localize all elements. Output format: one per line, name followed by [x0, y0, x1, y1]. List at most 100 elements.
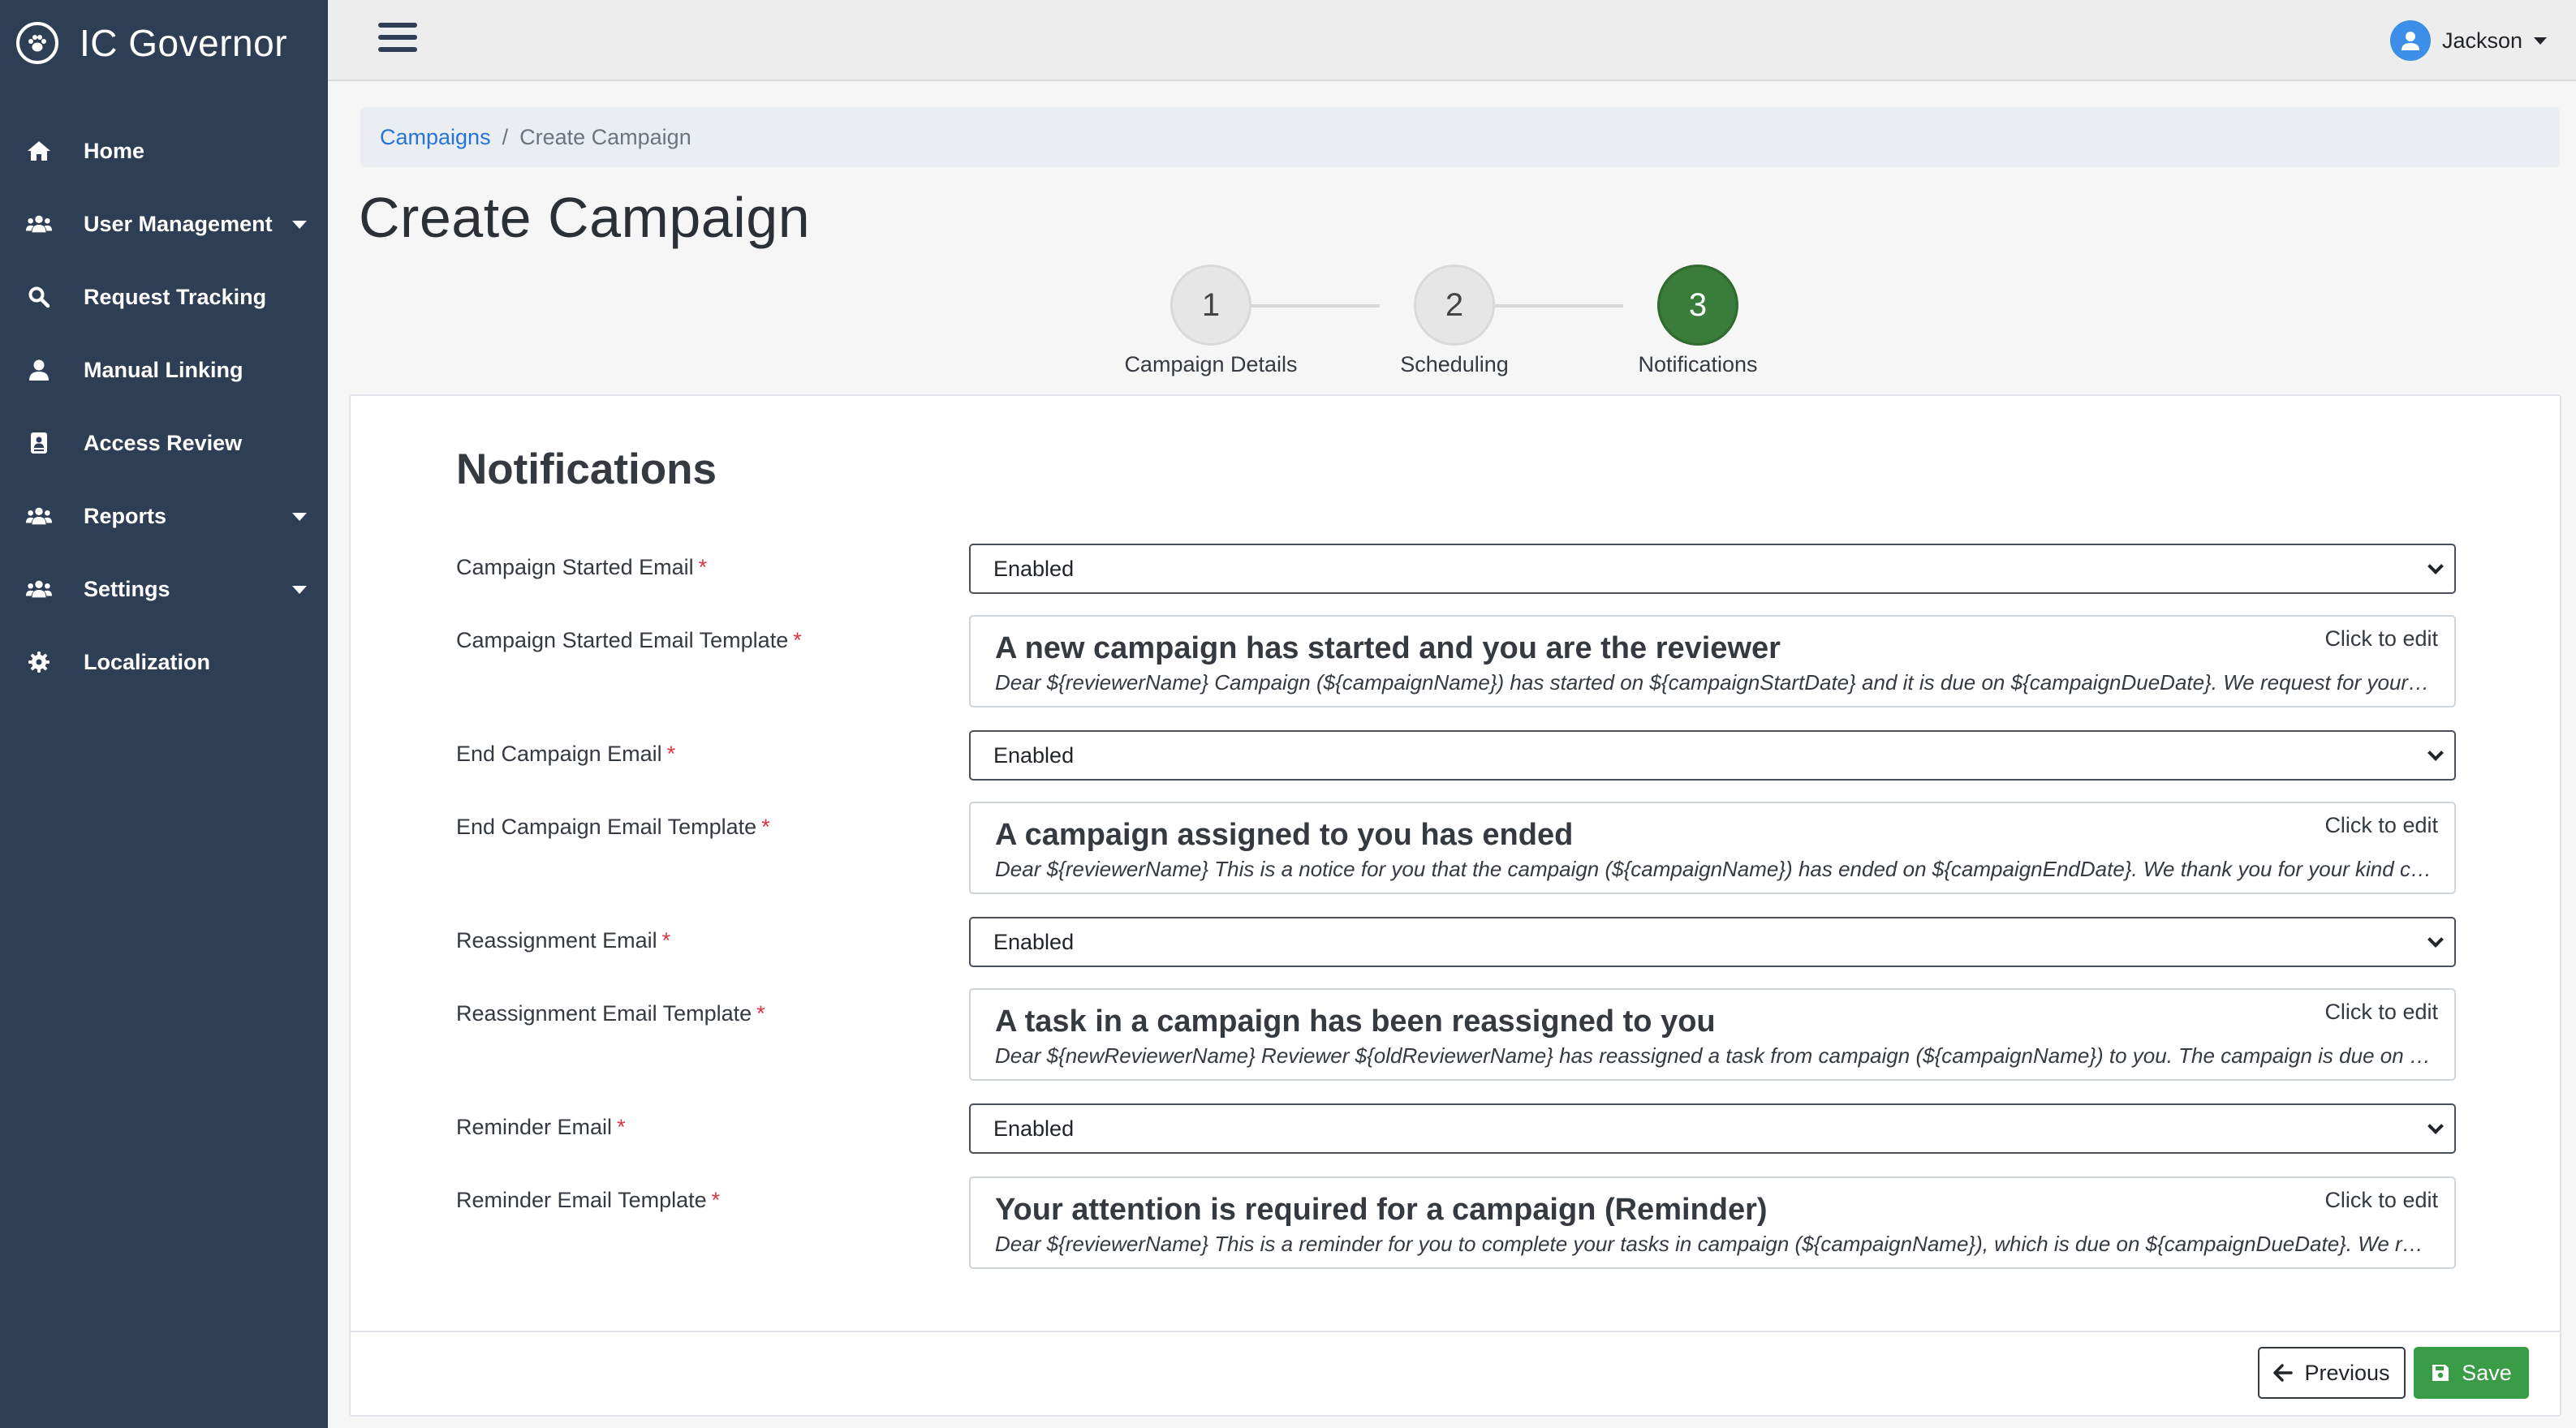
- user-icon: [26, 357, 52, 383]
- step-scheduling[interactable]: 2 Scheduling: [1333, 265, 1576, 377]
- reassignment-email-select[interactable]: Enabled: [969, 917, 2456, 967]
- gear-icon: [26, 649, 52, 675]
- step-notifications[interactable]: 3 Notifications: [1576, 265, 1820, 377]
- sidebar-item-home[interactable]: Home: [0, 122, 328, 180]
- sidebar-item-manual-linking[interactable]: Manual Linking: [0, 341, 328, 399]
- template-subject: Your attention is required for a campaig…: [995, 1193, 1768, 1227]
- chevron-down-icon: [2427, 1118, 2444, 1134]
- home-icon: [26, 138, 52, 164]
- users-icon: [26, 211, 52, 237]
- previous-button[interactable]: Previous: [2258, 1347, 2406, 1399]
- chevron-down-icon: [292, 221, 307, 229]
- user-menu[interactable]: Jackson: [2389, 19, 2547, 62]
- page-title: Create Campaign: [359, 186, 811, 249]
- chevron-down-icon: [2534, 37, 2547, 45]
- required-marker: *: [711, 1188, 721, 1212]
- reminder-email-select[interactable]: Enabled: [969, 1103, 2456, 1154]
- sidebar-item-label: Request Tracking: [84, 284, 267, 309]
- users-icon: [26, 503, 52, 529]
- select-value: Enabled: [993, 742, 1075, 768]
- step-label: Notifications: [1638, 352, 1758, 376]
- brand[interactable]: IC Governor: [16, 18, 287, 68]
- sidebar-item-label: Localization: [84, 649, 211, 674]
- field-label: Reminder Email *: [456, 1115, 626, 1139]
- sidebar-item-label: Home: [84, 138, 145, 163]
- breadcrumb-link-campaigns[interactable]: Campaigns: [380, 125, 491, 150]
- chevron-down-icon: [292, 586, 307, 594]
- breadcrumb-separator: /: [502, 124, 509, 149]
- field-label: Reassignment Email Template *: [456, 1001, 765, 1026]
- click-to-edit-hint: Click to edit: [2324, 1188, 2438, 1212]
- sidebar-item-localization[interactable]: Localization: [0, 633, 328, 691]
- id-badge-icon: [26, 430, 52, 456]
- sidebar-item-reports[interactable]: Reports: [0, 487, 328, 545]
- template-body: Dear ${reviewerName} Campaign (${campaig…: [995, 670, 2432, 695]
- field-label: End Campaign Email Template *: [456, 815, 770, 839]
- reminder-email-template[interactable]: Your attention is required for a campaig…: [969, 1176, 2456, 1269]
- chevron-down-icon: [2427, 558, 2444, 574]
- click-to-edit-hint: Click to edit: [2324, 813, 2438, 837]
- field-label: Reassignment Email *: [456, 928, 671, 953]
- search-icon: [26, 284, 52, 310]
- click-to-edit-hint: Click to edit: [2324, 626, 2438, 651]
- sidebar-item-label: User Management: [84, 211, 273, 236]
- sidebar-item-request-tracking[interactable]: Request Tracking: [0, 268, 328, 326]
- users-icon: [26, 576, 52, 602]
- template-body: Dear ${reviewerName} This is a reminder …: [995, 1232, 2432, 1256]
- step-campaign-details[interactable]: 1 Campaign Details: [1089, 265, 1333, 377]
- step-label: Campaign Details: [1124, 352, 1298, 376]
- sidebar-item-access-review[interactable]: Access Review: [0, 414, 328, 472]
- select-value: Enabled: [993, 1116, 1075, 1141]
- required-marker: *: [666, 742, 676, 766]
- sidebar-item-settings[interactable]: Settings: [0, 560, 328, 618]
- template-subject: A campaign assigned to you has ended: [995, 818, 1574, 852]
- field-label: Campaign Started Email *: [456, 555, 708, 579]
- card-footer: Previous Save: [351, 1331, 2560, 1415]
- avatar: [2389, 20, 2431, 61]
- sidebar-item-label: Reports: [84, 503, 167, 528]
- sidebar: IC Governor Home User Management Request…: [0, 0, 328, 1428]
- chevron-down-icon: [2427, 931, 2444, 948]
- app-title: IC Governor: [80, 22, 288, 64]
- breadcrumb-current: Create Campaign: [519, 124, 691, 149]
- paw-logo-icon: [16, 22, 58, 64]
- user-name: Jackson: [2441, 28, 2522, 53]
- field-label: Campaign Started Email Template *: [456, 628, 802, 652]
- required-marker: *: [698, 555, 708, 579]
- sidebar-item-label: Settings: [84, 576, 170, 601]
- field-label: Reminder Email Template *: [456, 1188, 721, 1212]
- top-bar: Jackson: [328, 0, 2576, 81]
- end-campaign-email-select[interactable]: Enabled: [969, 730, 2456, 781]
- select-value: Enabled: [993, 556, 1075, 581]
- campaign-started-email-select[interactable]: Enabled: [969, 544, 2456, 594]
- required-marker: *: [617, 1115, 626, 1139]
- save-label: Save: [2462, 1360, 2512, 1385]
- step-label: Scheduling: [1400, 352, 1509, 376]
- section-title: Notifications: [456, 445, 717, 493]
- required-marker: *: [793, 628, 802, 652]
- hamburger-menu-icon[interactable]: [378, 23, 417, 58]
- save-icon: [2431, 1363, 2450, 1383]
- field-label: End Campaign Email *: [456, 742, 676, 766]
- campaign-started-email-template[interactable]: A new campaign has started and you are t…: [969, 615, 2456, 708]
- step-number: 3: [1657, 265, 1738, 346]
- template-subject: A new campaign has started and you are t…: [995, 631, 1781, 665]
- select-value: Enabled: [993, 929, 1075, 954]
- chevron-down-icon: [292, 513, 307, 521]
- step-number: 1: [1170, 265, 1251, 346]
- notifications-card: Notifications Campaign Started Email * En…: [349, 394, 2561, 1417]
- breadcrumb: Campaigns / Create Campaign: [360, 107, 2560, 167]
- template-subject: A task in a campaign has been reassigned…: [995, 1004, 1716, 1039]
- step-number: 2: [1414, 265, 1495, 346]
- previous-label: Previous: [2304, 1360, 2390, 1385]
- template-body: Dear ${newReviewerName} Reviewer ${oldRe…: [995, 1043, 2432, 1068]
- save-button[interactable]: Save: [2414, 1347, 2529, 1399]
- arrow-left-icon: [2273, 1364, 2294, 1382]
- reassignment-email-template[interactable]: A task in a campaign has been reassigned…: [969, 988, 2456, 1081]
- required-marker: *: [756, 1001, 765, 1026]
- sidebar-item-user-management[interactable]: User Management: [0, 195, 328, 253]
- sidebar-item-label: Access Review: [84, 430, 243, 455]
- end-campaign-email-template[interactable]: A campaign assigned to you has ended Cli…: [969, 802, 2456, 894]
- template-body: Dear ${reviewerName} This is a notice fo…: [995, 857, 2432, 881]
- sidebar-item-label: Manual Linking: [84, 357, 243, 382]
